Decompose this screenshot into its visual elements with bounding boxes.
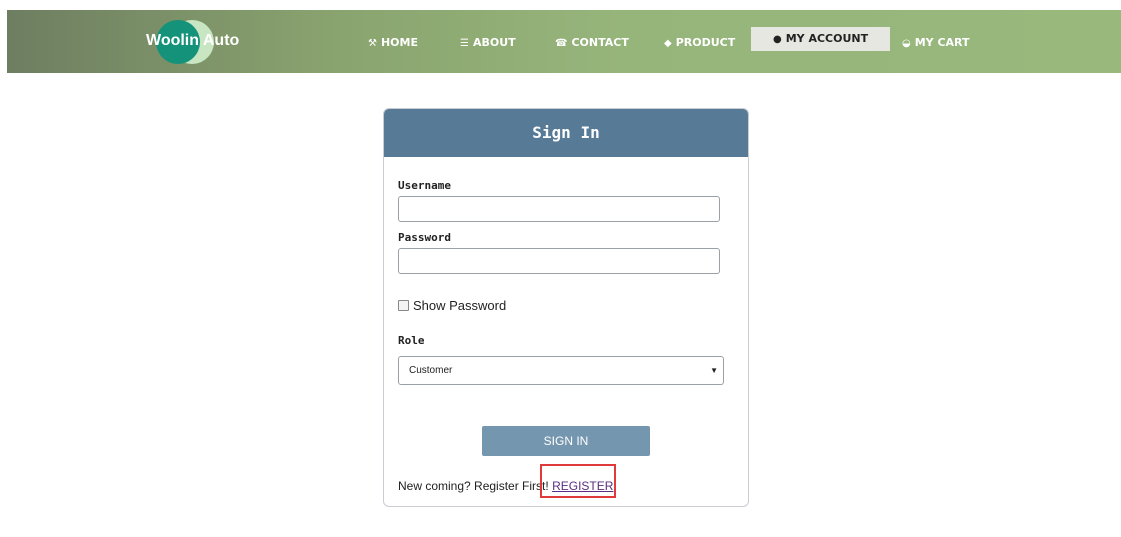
nav-my-account-label: MY ACCOUNT bbox=[785, 32, 869, 45]
register-prompt-row: New coming? Register First! REGISTER bbox=[398, 479, 613, 493]
nav-contact-label: CONTACT bbox=[571, 36, 629, 49]
role-label: Role bbox=[398, 334, 425, 347]
nav-home-label: HOME bbox=[380, 36, 418, 49]
nav-about[interactable]: ☰ ABOUT bbox=[460, 31, 516, 55]
nav-my-account[interactable]: ● MY ACCOUNT bbox=[751, 27, 891, 51]
nav-product-label: PRODUCT bbox=[675, 36, 736, 49]
password-label: Password bbox=[398, 231, 451, 244]
show-password-checkbox[interactable] bbox=[398, 300, 409, 311]
show-password-label: Show Password bbox=[413, 298, 507, 313]
role-selected-value: Customer bbox=[409, 365, 453, 376]
nav-home[interactable]: ⚒ HOME bbox=[368, 31, 418, 55]
sign-in-button[interactable]: SIGN IN bbox=[482, 426, 650, 456]
brand-name: Woolin Auto bbox=[146, 32, 240, 49]
sign-in-title: Sign In bbox=[384, 109, 748, 157]
user-circle-icon: ● bbox=[773, 34, 782, 45]
password-input[interactable] bbox=[398, 248, 720, 274]
nav-contact[interactable]: ☎ CONTACT bbox=[555, 31, 629, 55]
nav-my-cart-label: MY CART bbox=[914, 36, 970, 49]
username-label: Username bbox=[398, 179, 451, 192]
register-prompt-text: New coming? Register First! bbox=[398, 479, 549, 493]
top-navbar: Woolin Auto ⚒ HOME ☰ ABOUT ☎ CONTACT ◆ PRODU… bbox=[7, 10, 1121, 73]
brand-logo[interactable]: Woolin Auto bbox=[146, 20, 240, 64]
phone-icon: ☎ bbox=[555, 38, 568, 49]
dropdown-arrow-icon: ▼ bbox=[710, 366, 718, 375]
document-icon: ☰ bbox=[460, 38, 469, 49]
role-select[interactable]: Customer ▼ bbox=[398, 356, 724, 385]
sign-in-card: Sign In Username Password Show Password … bbox=[383, 108, 749, 507]
wrench-icon: ⚒ bbox=[368, 38, 377, 49]
nav-about-label: ABOUT bbox=[472, 36, 516, 49]
basket-icon: ◒ bbox=[902, 38, 911, 49]
nav-my-cart[interactable]: ◒ MY CART bbox=[902, 31, 970, 55]
tag-icon: ◆ bbox=[664, 38, 672, 49]
show-password-row[interactable]: Show Password bbox=[398, 298, 506, 313]
username-input[interactable] bbox=[398, 196, 720, 222]
nav-product[interactable]: ◆ PRODUCT bbox=[664, 31, 735, 55]
register-link[interactable]: REGISTER bbox=[552, 479, 613, 493]
